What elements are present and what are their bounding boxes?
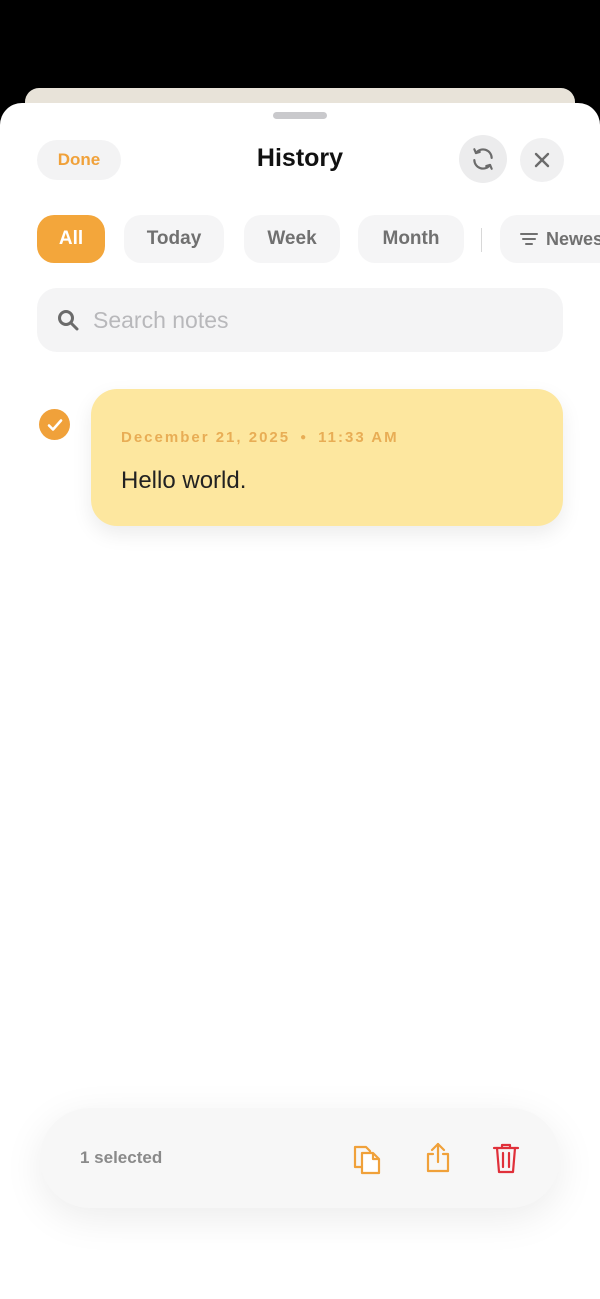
note-time: 11:33 AM	[318, 429, 399, 446]
note-card[interactable]: December 21, 2025 ● 11:33 AM Hello world.	[91, 389, 563, 526]
search-input[interactable]	[93, 306, 513, 334]
share-button[interactable]	[420, 1140, 456, 1176]
filter-bar: All Today Week Month Newest	[37, 215, 600, 263]
sync-button[interactable]	[459, 135, 507, 183]
trash-icon	[492, 1143, 520, 1174]
sort-label: Newest	[546, 228, 600, 249]
selected-count: 1 selected	[80, 1148, 163, 1167]
note-meta: December 21, 2025 ● 11:33 AM	[121, 429, 399, 446]
share-icon	[426, 1142, 450, 1173]
copy-button[interactable]	[349, 1140, 385, 1176]
selection-action-bar: 1 selected	[40, 1108, 560, 1208]
filter-today[interactable]: Today	[124, 215, 224, 263]
sheet-grabber[interactable]	[273, 112, 327, 119]
note-date: December 21, 2025	[121, 429, 291, 446]
page-title: History	[256, 144, 344, 172]
history-sheet: Done History All Today Week Month Newest	[0, 103, 600, 1299]
meta-separator-dot: ●	[300, 432, 309, 443]
copy-icon	[353, 1145, 381, 1175]
filter-all[interactable]: All	[37, 215, 105, 263]
close-button[interactable]	[520, 138, 564, 182]
sync-icon	[473, 148, 493, 170]
delete-button[interactable]	[488, 1140, 524, 1176]
checkmark-icon	[47, 418, 62, 431]
close-icon	[534, 152, 550, 168]
sort-button[interactable]: Newest	[500, 215, 600, 263]
filter-month[interactable]: Month	[358, 215, 464, 263]
note-selected-checkbox[interactable]	[39, 409, 70, 440]
sort-icon	[520, 233, 538, 245]
filter-divider	[481, 228, 482, 252]
search-icon	[58, 310, 79, 331]
filter-week[interactable]: Week	[244, 215, 340, 263]
search-bar[interactable]	[37, 288, 563, 352]
note-text: Hello world.	[121, 467, 247, 494]
